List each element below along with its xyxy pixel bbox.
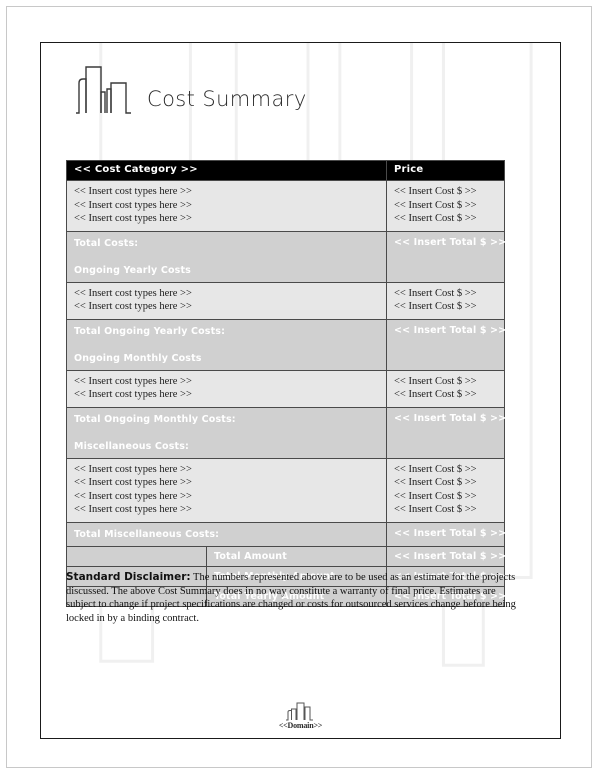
cost-list: << Insert Cost $ >> << Insert Cost $ >> <box>387 283 504 319</box>
cost-value[interactable]: << Insert Cost $ >> <box>394 490 504 504</box>
list-item[interactable]: << Insert cost types here >> <box>74 199 386 213</box>
items-cell[interactable]: << Insert cost types here >> << Insert c… <box>66 369 387 408</box>
total-label: Total Miscellaneous Costs: <box>74 528 220 540</box>
section-heading: Miscellaneous Costs: <box>74 440 189 452</box>
cost-value[interactable]: << Insert Cost $ >> <box>394 503 504 517</box>
total-value[interactable]: << Insert Total $ >> <box>387 320 506 341</box>
costs-cell[interactable]: << Insert Cost $ >> << Insert Cost $ >> … <box>386 457 505 523</box>
total-label: Total Ongoing Yearly Costs: <box>74 325 226 337</box>
item-list: << Insert cost types here >> << Insert c… <box>67 283 386 319</box>
table-total-row: Total Ongoing Monthly Costs: Miscellaneo… <box>66 406 506 459</box>
page-footer: <<Domain>> <box>41 701 560 730</box>
list-item[interactable]: << Insert cost types here >> <box>74 476 386 490</box>
header-label-category: << Cost Category >> <box>74 164 198 175</box>
total-value-cell[interactable]: << Insert Total $ >> <box>386 521 506 547</box>
total-label-cell: Total Costs: Ongoing Yearly Costs <box>66 230 387 283</box>
items-cell[interactable]: << Insert cost types here >> << Insert c… <box>66 457 387 523</box>
list-item[interactable]: << Insert cost types here >> <box>74 503 386 517</box>
city-skyline-icon <box>285 702 313 721</box>
header-label-price: Price <box>394 164 424 175</box>
items-cell[interactable]: << Insert cost types here >> << Insert c… <box>66 281 387 320</box>
cost-value[interactable]: << Insert Cost $ >> <box>394 287 504 301</box>
table-total-row: Total Miscellaneous Costs: << Insert Tot… <box>66 521 506 547</box>
list-item[interactable]: << Insert cost types here >> <box>74 463 386 477</box>
total-label-cell: Total Ongoing Monthly Costs: Miscellaneo… <box>66 406 387 459</box>
spacer-cell <box>66 545 207 567</box>
table-row: << Insert cost types here >> << Insert c… <box>66 457 505 523</box>
total-label: Total Ongoing Monthly Costs: <box>74 413 236 425</box>
table-row: Total Amount << Insert Total $ >> <box>66 545 506 567</box>
cost-value[interactable]: << Insert Cost $ >> <box>394 300 504 314</box>
cost-value[interactable]: << Insert Cost $ >> <box>394 212 504 226</box>
list-item[interactable]: << Insert cost types here >> <box>74 287 386 301</box>
item-list: << Insert cost types here >> << Insert c… <box>67 371 386 407</box>
item-list: << Insert cost types here >> << Insert c… <box>67 459 386 522</box>
table-total-row: Total Costs: Ongoing Yearly Costs << Ins… <box>66 230 506 283</box>
standard-disclaimer: Standard Disclaimer: The numbers represe… <box>66 571 516 625</box>
header-cell-price: Price <box>386 160 505 181</box>
costs-cell[interactable]: << Insert Cost $ >> << Insert Cost $ >> … <box>386 180 505 232</box>
grand-total-label-cell: Total Amount <box>206 545 387 567</box>
cost-value[interactable]: << Insert Cost $ >> <box>394 185 504 199</box>
table-row: << Insert cost types here >> << Insert c… <box>66 180 505 232</box>
section-heading: Ongoing Monthly Costs <box>74 352 202 364</box>
total-label-cell: Total Ongoing Yearly Costs: Ongoing Mont… <box>66 318 387 371</box>
table-row: << Insert cost types here >> << Insert c… <box>66 281 505 320</box>
grand-total-value[interactable]: << Insert Total $ >> <box>387 547 506 566</box>
cost-value[interactable]: << Insert Cost $ >> <box>394 463 504 477</box>
cost-value[interactable]: << Insert Cost $ >> <box>394 388 504 402</box>
cost-list: << Insert Cost $ >> << Insert Cost $ >> … <box>387 459 504 522</box>
table-row: << Insert cost types here >> << Insert c… <box>66 369 505 408</box>
cost-value[interactable]: << Insert Cost $ >> <box>394 375 504 389</box>
list-item[interactable]: << Insert cost types here >> <box>74 375 386 389</box>
letterhead: Cost Summary <box>73 61 307 115</box>
header-cell-category: << Cost Category >> <box>66 160 387 181</box>
footer-domain-label: <<Domain>> <box>278 721 323 730</box>
section-heading: Ongoing Yearly Costs <box>74 264 191 276</box>
document-page: Cost Summary << Cost Category >> Price <… <box>40 42 561 739</box>
costs-cell[interactable]: << Insert Cost $ >> << Insert Cost $ >> <box>386 281 505 320</box>
table-total-row: Total Ongoing Yearly Costs: Ongoing Mont… <box>66 318 506 371</box>
costs-cell[interactable]: << Insert Cost $ >> << Insert Cost $ >> <box>386 369 505 408</box>
list-item[interactable]: << Insert cost types here >> <box>74 300 386 314</box>
table-header-row: << Cost Category >> Price <box>66 160 505 181</box>
cost-list: << Insert Cost $ >> << Insert Cost $ >> … <box>387 181 504 231</box>
total-value-cell[interactable]: << Insert Total $ >> <box>386 230 506 283</box>
grand-total-value-cell[interactable]: << Insert Total $ >> <box>386 545 506 567</box>
cost-list: << Insert Cost $ >> << Insert Cost $ >> <box>387 371 504 407</box>
item-list: << Insert cost types here >> << Insert c… <box>67 181 386 231</box>
grand-total-label: Total Amount <box>214 550 287 562</box>
total-value-cell[interactable]: << Insert Total $ >> <box>386 318 506 371</box>
cost-summary-table: << Cost Category >> Price << Insert cost… <box>66 160 506 607</box>
list-item[interactable]: << Insert cost types here >> <box>74 490 386 504</box>
total-label: Total Costs: <box>74 237 139 249</box>
list-item[interactable]: << Insert cost types here >> <box>74 212 386 226</box>
total-label-cell: Total Miscellaneous Costs: <box>66 521 387 547</box>
total-value[interactable]: << Insert Total $ >> <box>387 408 506 429</box>
list-item[interactable]: << Insert cost types here >> <box>74 388 386 402</box>
city-skyline-icon <box>76 66 131 114</box>
list-item[interactable]: << Insert cost types here >> <box>74 185 386 199</box>
cost-value[interactable]: << Insert Cost $ >> <box>394 476 504 490</box>
items-cell[interactable]: << Insert cost types here >> << Insert c… <box>66 180 387 232</box>
total-value[interactable]: << Insert Total $ >> <box>387 523 506 544</box>
cost-value[interactable]: << Insert Cost $ >> <box>394 199 504 213</box>
total-value-cell[interactable]: << Insert Total $ >> <box>386 406 506 459</box>
page-title: Cost Summary <box>147 87 307 111</box>
disclaimer-heading: Standard Disclaimer: <box>66 571 191 583</box>
total-value[interactable]: << Insert Total $ >> <box>387 232 506 253</box>
